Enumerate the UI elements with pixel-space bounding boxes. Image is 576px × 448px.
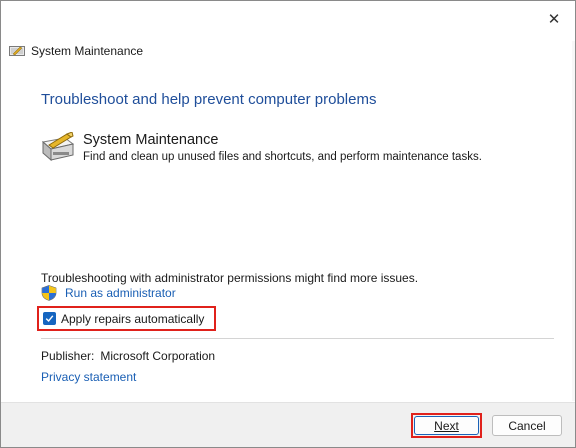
next-button-label: Next	[434, 418, 459, 433]
close-button[interactable]: ✕	[541, 9, 567, 29]
next-button-highlight: Next	[411, 413, 482, 438]
publisher-info: Publisher: Microsoft Corporation	[41, 349, 215, 363]
admin-permission-note: Troubleshooting with administrator permi…	[41, 271, 419, 285]
window-edge	[572, 41, 575, 401]
task-description: Find and clean up unused files and short…	[83, 151, 482, 163]
apply-repairs-label[interactable]: Apply repairs automatically	[61, 312, 204, 326]
page-heading: Troubleshoot and help prevent computer p…	[41, 91, 377, 108]
divider	[41, 338, 554, 339]
window-header: System Maintenance	[9, 41, 143, 61]
maintenance-icon	[41, 132, 75, 162]
run-as-admin-link[interactable]: Run as administrator	[65, 286, 176, 300]
title-bar[interactable]: ✕	[1, 1, 575, 41]
apply-repairs-checkbox[interactable]	[43, 312, 56, 325]
publisher-value: Microsoft Corporation	[100, 349, 216, 363]
task-title: System Maintenance	[83, 132, 219, 148]
uac-shield-icon	[41, 285, 57, 301]
next-button[interactable]: Next	[414, 416, 479, 435]
footer-bar: Next Cancel	[1, 402, 575, 447]
close-icon: ✕	[547, 11, 561, 28]
window-title: System Maintenance	[31, 44, 144, 58]
checkmark-icon	[45, 315, 54, 323]
publisher-label: Publisher:	[41, 349, 95, 363]
cancel-button[interactable]: Cancel	[492, 415, 562, 436]
task-item: System Maintenance Find and clean up unu…	[41, 131, 482, 163]
content-area: Troubleshoot and help prevent computer p…	[1, 69, 575, 402]
run-as-admin-row: Run as administrator	[41, 285, 176, 301]
troubleshooter-window: ✕ System Maintenance Troubleshoot and he…	[0, 0, 576, 448]
maintenance-icon	[9, 46, 25, 56]
apply-repairs-option[interactable]: Apply repairs automatically	[37, 306, 216, 331]
privacy-statement-link[interactable]: Privacy statement	[41, 370, 136, 384]
